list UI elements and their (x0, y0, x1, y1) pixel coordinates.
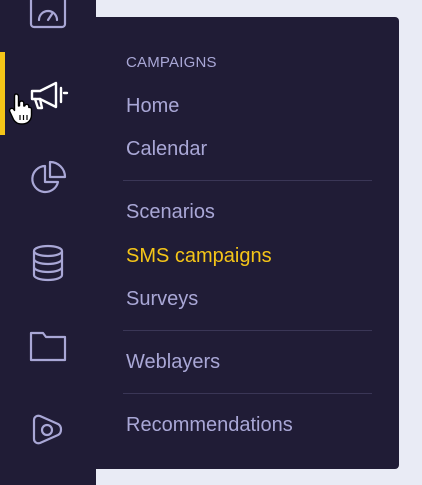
sidebar-item-data[interactable] (0, 228, 96, 298)
menu-item-surveys[interactable]: Surveys (126, 288, 198, 311)
sidebar-item-recommendations[interactable] (0, 395, 96, 465)
main-sidebar (0, 0, 96, 485)
menu-item-home[interactable]: Home (126, 95, 179, 118)
section-title: CAMPAIGNS (126, 54, 217, 71)
sidebar-item-assets[interactable] (0, 311, 96, 381)
dashboard-gauge-icon (28, 0, 68, 33)
pie-chart-icon (28, 158, 68, 198)
sidebar-item-analytics[interactable] (0, 143, 96, 213)
folder-icon (28, 326, 68, 366)
menu-item-calendar[interactable]: Calendar (126, 138, 207, 161)
database-icon (28, 243, 68, 283)
menu-divider (123, 393, 372, 394)
menu-item-sms-campaigns[interactable]: SMS campaigns (126, 245, 272, 268)
campaigns-flyout-menu: CAMPAIGNS Home Calendar Scenarios SMS ca… (96, 17, 399, 469)
menu-divider (123, 330, 372, 331)
menu-item-scenarios[interactable]: Scenarios (126, 201, 215, 224)
recommendation-eye-icon (28, 410, 68, 450)
menu-item-recommendations[interactable]: Recommendations (126, 414, 293, 437)
menu-item-weblayers[interactable]: Weblayers (126, 351, 220, 374)
hand-pointer-cursor-icon (8, 91, 34, 130)
sidebar-item-dashboard[interactable] (0, 0, 96, 48)
menu-divider (123, 180, 372, 181)
